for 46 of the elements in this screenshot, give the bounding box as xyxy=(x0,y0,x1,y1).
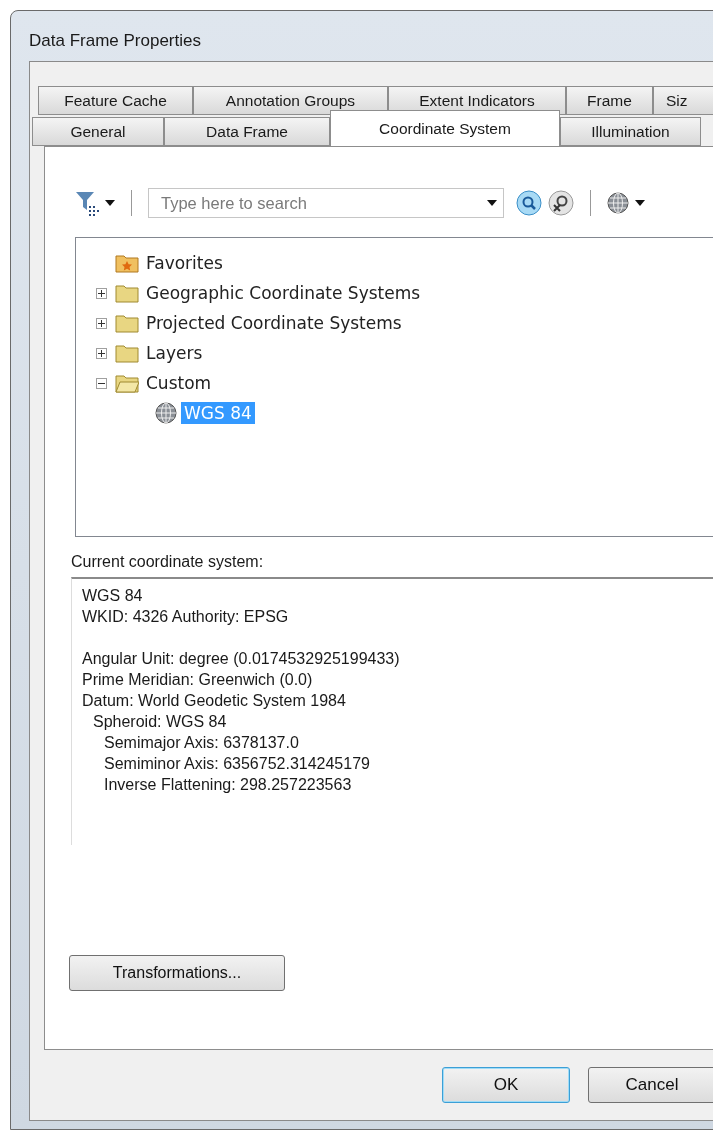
expand-icon[interactable] xyxy=(96,347,107,359)
tree-item[interactable]: Projected Coordinate Systems xyxy=(143,312,405,334)
folder-icon xyxy=(115,313,139,333)
window-title: Data Frame Properties xyxy=(28,30,202,52)
detail-line: Spheroid: WGS 84 xyxy=(92,712,228,732)
tree-item[interactable]: Geographic Coordinate Systems xyxy=(143,282,424,304)
tab[interactable]: General xyxy=(32,117,164,146)
tree-item[interactable]: Layers xyxy=(143,342,206,364)
clear-search-icon[interactable] xyxy=(548,190,574,216)
tab[interactable]: Feature Cache xyxy=(38,86,193,115)
tree-item[interactable]: Favorites xyxy=(143,252,226,274)
expand-icon[interactable] xyxy=(96,287,107,299)
detail-line: Semimajor Axis: 6378137.0 xyxy=(103,733,300,753)
detail-line: Prime Meridian: Greenwich (0.0) xyxy=(82,670,314,690)
dropdown-arrow-icon[interactable] xyxy=(105,200,115,206)
detail-line: Angular Unit: degree (0.0174532925199433) xyxy=(82,649,401,669)
tab[interactable]: Annotation Groups xyxy=(193,86,388,115)
transformations-button[interactable]: Transformations... xyxy=(69,955,285,991)
detail-line: Inverse Flattening: 298.257223563 xyxy=(103,775,353,795)
dropdown-arrow-icon[interactable] xyxy=(635,200,645,206)
tab[interactable]: Coordinate System xyxy=(330,110,560,146)
open-folder-icon xyxy=(115,373,139,393)
search-icon[interactable] xyxy=(516,190,542,216)
tab[interactable]: Siz xyxy=(653,86,713,115)
dialog-button[interactable]: Cancel xyxy=(588,1067,713,1103)
detail-line: Datum: World Geodetic System 1984 xyxy=(82,691,347,711)
favorites-folder-icon xyxy=(115,253,139,273)
section-label: Current coordinate system: xyxy=(71,553,265,571)
detail-line: WGS 84 xyxy=(82,586,144,606)
search-field[interactable]: Type here to search xyxy=(148,188,504,218)
detail-line: Semiminor Axis: 6356752.314245179 xyxy=(103,754,371,774)
tab[interactable]: Data Frame xyxy=(164,117,330,146)
dropdown-arrow-icon[interactable] xyxy=(487,200,497,206)
detail-line: WKID: 4326 Authority: EPSG xyxy=(82,607,290,627)
folder-icon xyxy=(115,283,139,303)
globe-icon xyxy=(155,402,177,424)
globe-icon xyxy=(607,192,629,214)
tab[interactable]: Frame xyxy=(566,86,653,115)
tree-item[interactable]: Custom xyxy=(143,372,215,394)
filter-icon[interactable] xyxy=(75,190,99,216)
expand-icon[interactable] xyxy=(96,317,107,329)
dialog-button[interactable]: OK xyxy=(442,1067,570,1103)
collapse-icon[interactable] xyxy=(96,377,107,389)
tab[interactable]: Illumination xyxy=(560,117,701,146)
search-input[interactable]: Type here to search xyxy=(159,192,487,214)
folder-icon xyxy=(115,343,139,363)
